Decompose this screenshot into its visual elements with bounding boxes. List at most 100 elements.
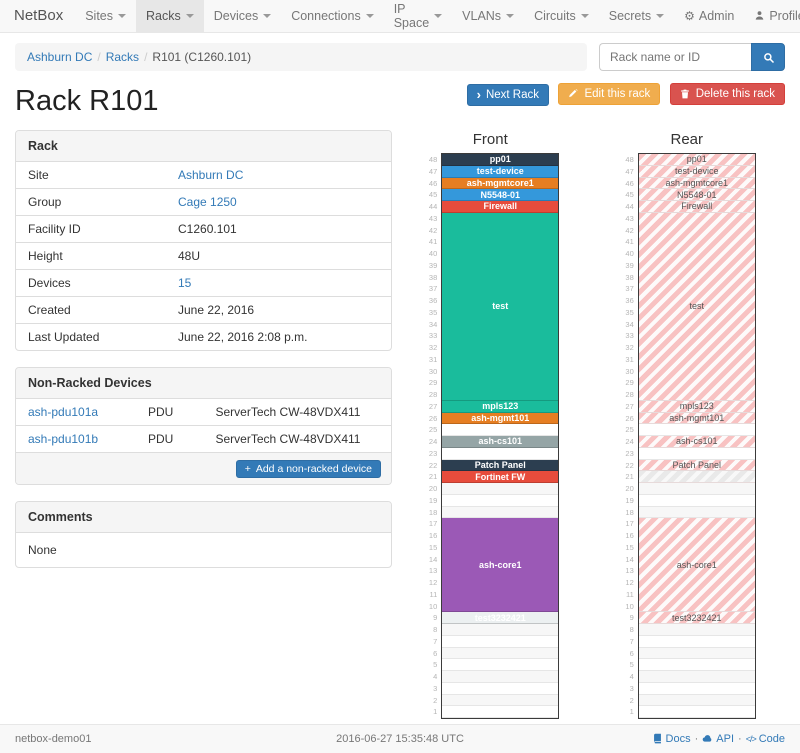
attr-value: C1260.101 bbox=[166, 216, 391, 243]
rack-device[interactable]: mpls123 bbox=[639, 401, 755, 413]
rack-device[interactable]: N5548-01 bbox=[639, 189, 755, 201]
rack-device[interactable]: ash-cs101 bbox=[442, 436, 558, 448]
attr-value-link[interactable]: Ashburn DC bbox=[178, 168, 243, 182]
delete-rack-button[interactable]: Delete this rack bbox=[670, 83, 785, 105]
breadcrumb-item: R101 (C1260.101) bbox=[152, 50, 251, 64]
unit-number: 2 bbox=[421, 695, 441, 707]
rack-device[interactable]: test-device bbox=[639, 166, 755, 178]
nav-item-ip-space[interactable]: IP Space bbox=[384, 0, 452, 32]
attr-value-link[interactable]: Cage 1250 bbox=[178, 195, 237, 209]
footer-link-code[interactable]: </>Code bbox=[746, 733, 785, 745]
chevron-down-icon bbox=[186, 14, 194, 18]
rack-empty-unit bbox=[442, 706, 558, 718]
attr-value-link[interactable]: 15 bbox=[178, 276, 191, 290]
rack-device[interactable]: Patch Panel bbox=[442, 460, 558, 472]
device-link[interactable]: ash-pdu101a bbox=[28, 405, 98, 419]
rack-device[interactable]: ash-core1 bbox=[442, 518, 558, 612]
rack-device[interactable]: Firewall bbox=[442, 201, 558, 213]
rack-device[interactable]: test bbox=[639, 213, 755, 401]
rack-device[interactable]: Patch Panel bbox=[639, 460, 755, 472]
device-name-cell: ash-pdu101a bbox=[16, 399, 136, 426]
rack-device[interactable]: ash-cs101 bbox=[639, 436, 755, 448]
breadcrumb-item[interactable]: Ashburn DC bbox=[27, 50, 92, 64]
page-title: Rack R101 bbox=[15, 85, 462, 118]
next-rack-button[interactable]: › Next Rack bbox=[467, 84, 549, 106]
device-name-cell: ash-pdu101b bbox=[16, 426, 136, 453]
breadcrumb-item[interactable]: Racks bbox=[106, 50, 139, 64]
nav-menu: SitesRacksDevicesConnectionsIP Space VLAN… bbox=[75, 0, 674, 32]
nav-item-vlans[interactable]: VLANs bbox=[452, 0, 524, 32]
nav-item-admin[interactable]: ⚙Admin bbox=[674, 0, 744, 32]
rack-search-input[interactable] bbox=[599, 43, 751, 71]
rack-device[interactable]: ash-mgmt101 bbox=[639, 413, 755, 425]
table-row: Last UpdatedJune 22, 2016 2:08 p.m. bbox=[16, 324, 391, 351]
unit-number: 7 bbox=[618, 636, 638, 648]
nav-item-secrets[interactable]: Secrets bbox=[599, 0, 674, 32]
rack-device[interactable]: Fortinet FW bbox=[442, 471, 558, 483]
rack-empty-unit bbox=[442, 648, 558, 660]
rack-device[interactable]: test3232421 bbox=[442, 612, 558, 624]
unit-number: 21 bbox=[618, 471, 638, 483]
table-row: Facility IDC1260.101 bbox=[16, 216, 391, 243]
rack-device[interactable]: ash-mgmt101 bbox=[442, 413, 558, 425]
nav-item-racks[interactable]: Racks bbox=[136, 0, 204, 32]
add-nonracked-device-button[interactable]: + Add a non-racked device bbox=[236, 460, 381, 478]
rack-empty-unit bbox=[442, 624, 558, 636]
nav-item-devices[interactable]: Devices bbox=[204, 0, 281, 32]
unit-number: 6 bbox=[421, 648, 441, 660]
unit-number: 29 bbox=[421, 377, 441, 389]
nav-item-connections[interactable]: Connections bbox=[281, 0, 384, 32]
unit-number: 37 bbox=[421, 283, 441, 295]
rack-device[interactable]: pp01 bbox=[442, 154, 558, 166]
device-role-cell: PDU bbox=[136, 426, 204, 453]
unit-number: 23 bbox=[618, 448, 638, 460]
nav-item-label: VLANs bbox=[462, 9, 501, 23]
rack-device[interactable]: pp01 bbox=[639, 154, 755, 166]
rack-device[interactable]: N5548-01 bbox=[442, 189, 558, 201]
unit-number: 45 bbox=[618, 189, 638, 201]
attr-value: 15 bbox=[166, 270, 391, 297]
unit-number: 40 bbox=[421, 248, 441, 260]
rack-empty-unit bbox=[442, 424, 558, 436]
rack-device[interactable] bbox=[639, 471, 755, 483]
rack-device[interactable]: mpls123 bbox=[442, 401, 558, 413]
attr-value: 48U bbox=[166, 243, 391, 270]
breadcrumb: Ashburn DC/Racks/R101 (C1260.101) bbox=[15, 43, 587, 71]
nav-item-sites[interactable]: Sites bbox=[75, 0, 136, 32]
brand-link[interactable]: NetBox bbox=[0, 0, 75, 32]
rack-empty-unit bbox=[639, 448, 755, 460]
unit-number: 5 bbox=[421, 659, 441, 671]
attr-label: Height bbox=[16, 243, 166, 270]
nav-item-label: Secrets bbox=[609, 9, 651, 23]
unit-number: 24 bbox=[618, 436, 638, 448]
nav-item-profile[interactable]: Profile bbox=[744, 0, 800, 32]
rack-device[interactable]: ash-core1 bbox=[639, 518, 755, 612]
unit-number: 22 bbox=[421, 460, 441, 472]
search-icon bbox=[763, 52, 774, 63]
rear-elevation: Rear 48474645444342414039383736353433323… bbox=[618, 130, 756, 719]
rack-device[interactable]: ash-mgmtcore1 bbox=[639, 178, 755, 190]
nav-item-circuits[interactable]: Circuits bbox=[524, 0, 599, 32]
nonracked-panel: Non-Racked Devices ash-pdu101aPDUServerT… bbox=[15, 367, 392, 485]
attr-label: Group bbox=[16, 189, 166, 216]
comments-panel: Comments None bbox=[15, 501, 392, 568]
footer-link-docs[interactable]: Docs bbox=[652, 733, 691, 746]
rack-empty-unit bbox=[639, 659, 755, 671]
rack-device[interactable]: Firewall bbox=[639, 201, 755, 213]
rack-device[interactable]: ash-mgmtcore1 bbox=[442, 178, 558, 190]
rack-device[interactable]: test bbox=[442, 213, 558, 401]
edit-rack-button[interactable]: Edit this rack bbox=[558, 83, 660, 105]
unit-number: 46 bbox=[618, 178, 638, 190]
unit-number: 30 bbox=[421, 366, 441, 378]
rack-empty-unit bbox=[442, 448, 558, 460]
rack-search-button[interactable] bbox=[751, 43, 785, 71]
detail-column: Rack SiteAshburn DCGroupCage 1250Facilit… bbox=[15, 130, 392, 719]
unit-number: 33 bbox=[618, 330, 638, 342]
unit-number: 24 bbox=[421, 436, 441, 448]
chevron-down-icon bbox=[366, 14, 374, 18]
device-link[interactable]: ash-pdu101b bbox=[28, 432, 98, 446]
footer-link-api[interactable]: API bbox=[702, 733, 734, 746]
unit-number: 33 bbox=[421, 330, 441, 342]
rack-device[interactable]: test3232421 bbox=[639, 612, 755, 624]
rack-device[interactable]: test-device bbox=[442, 166, 558, 178]
